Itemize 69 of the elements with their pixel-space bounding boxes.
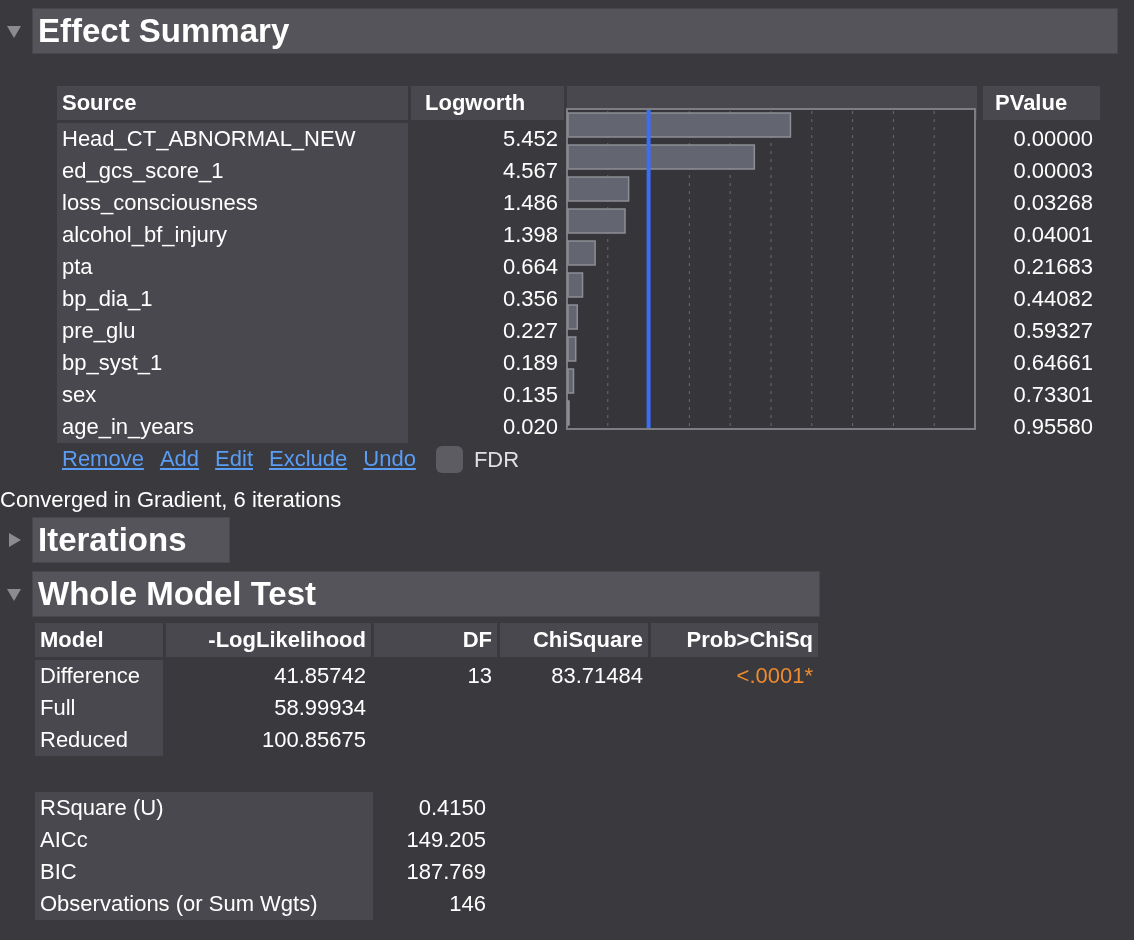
statistic-value: 146 [448,890,487,918]
action-link[interactable]: Remove [62,445,144,473]
column-header: Logworth [411,86,564,120]
logworth-cell-text: 0.356 [501,285,559,313]
fdr-checkbox[interactable] [435,445,463,473]
source-cell-text: bp_syst_1 [61,349,164,377]
expand-triangle-icon[interactable] [6,532,22,548]
statistic-value: 0.4150 [417,794,487,822]
logworth-cell-text: 0.020 [501,413,559,441]
chisquare-cell-text: 83.71484 [550,662,644,690]
pvalue-cell-text: 0.04001 [1012,221,1094,249]
df-cell-text: 13 [466,662,493,690]
column-header: Model [35,623,163,657]
statistic-label: Observations (or Sum Wgts) [35,888,373,920]
source-cell-text: age_in_years [61,413,196,441]
statistic-value: 149.205 [405,826,487,854]
logworth-cell-text: 1.398 [501,221,559,249]
logworth-cell-text: 4.567 [501,157,559,185]
loglikelihood-cell-text: 41.85742 [273,662,367,690]
model-cell: Full [35,692,163,724]
logworth-cell-text: 0.135 [501,381,559,409]
statistic-label: BIC [35,856,373,888]
column-header: -LogLikelihood [166,623,371,657]
loglikelihood-cell-text: 58.99934 [273,694,367,722]
logworth-cell-text: 0.227 [501,317,559,345]
section-title: Effect Summary [32,8,1118,54]
status-text: Converged in Gradient, 6 iterations [0,486,342,514]
pvalue-cell-text: 0.00000 [1012,125,1094,153]
pvalue-cell-text: 0.00003 [1012,157,1094,185]
action-link[interactable]: Exclude [269,445,348,473]
logworth-cell-text: 5.452 [501,125,559,153]
source-cell-text: ed_gcs_score_1 [61,157,225,185]
pvalue-cell-text: 0.64661 [1012,349,1094,377]
action-link[interactable]: Edit [215,445,253,473]
fdr-label: FDR [473,445,520,474]
source-cell-text: Head_CT_ABNORMAL_NEW [61,125,357,153]
collapse-triangle-icon[interactable] [6,586,22,602]
logworth-cell-text: 0.189 [501,349,559,377]
statistic-label: RSquare (U) [35,792,373,824]
model-cell: Reduced [35,724,163,756]
column-header: DF [374,623,497,657]
section-title: Iterations [32,517,230,563]
source-cell-text: bp_dia_1 [61,285,154,313]
action-link[interactable]: Undo [363,445,416,473]
column-header: Source [57,86,408,120]
loglikelihood-cell-text: 100.85675 [261,726,367,754]
source-cell-text: loss_consciousness [61,189,259,217]
logworth-cell-text: 1.486 [501,189,559,217]
pvalue-cell-text: 0.73301 [1012,381,1094,409]
section-title: Whole Model Test [32,571,820,617]
column-header: Prob>ChiSq [651,623,818,657]
source-cell-text: alcohol_bf_injury [61,221,229,249]
source-cell-text: pta [61,253,94,281]
statistic-value: 187.769 [405,858,487,886]
pvalue-cell-text: 0.44082 [1012,285,1094,313]
statistic-label: AICc [35,824,373,856]
pvalue-cell-text: 0.59327 [1012,317,1094,345]
pvalue-cell-text: 0.95580 [1012,413,1094,441]
pvalue-cell-text: 0.03268 [1012,189,1094,217]
column-header: ChiSquare [500,623,648,657]
source-cell-text: sex [61,381,98,409]
model-cell: Difference [35,660,163,692]
column-header: PValue [983,86,1100,120]
probability-cell-text: <.0001* [735,662,814,690]
collapse-triangle-icon[interactable] [6,23,22,39]
pvalue-cell-text: 0.21683 [1012,253,1094,281]
action-link[interactable]: Add [159,445,200,473]
source-cell-text: pre_glu [61,317,137,345]
logworth-cell-text: 0.664 [501,253,559,281]
